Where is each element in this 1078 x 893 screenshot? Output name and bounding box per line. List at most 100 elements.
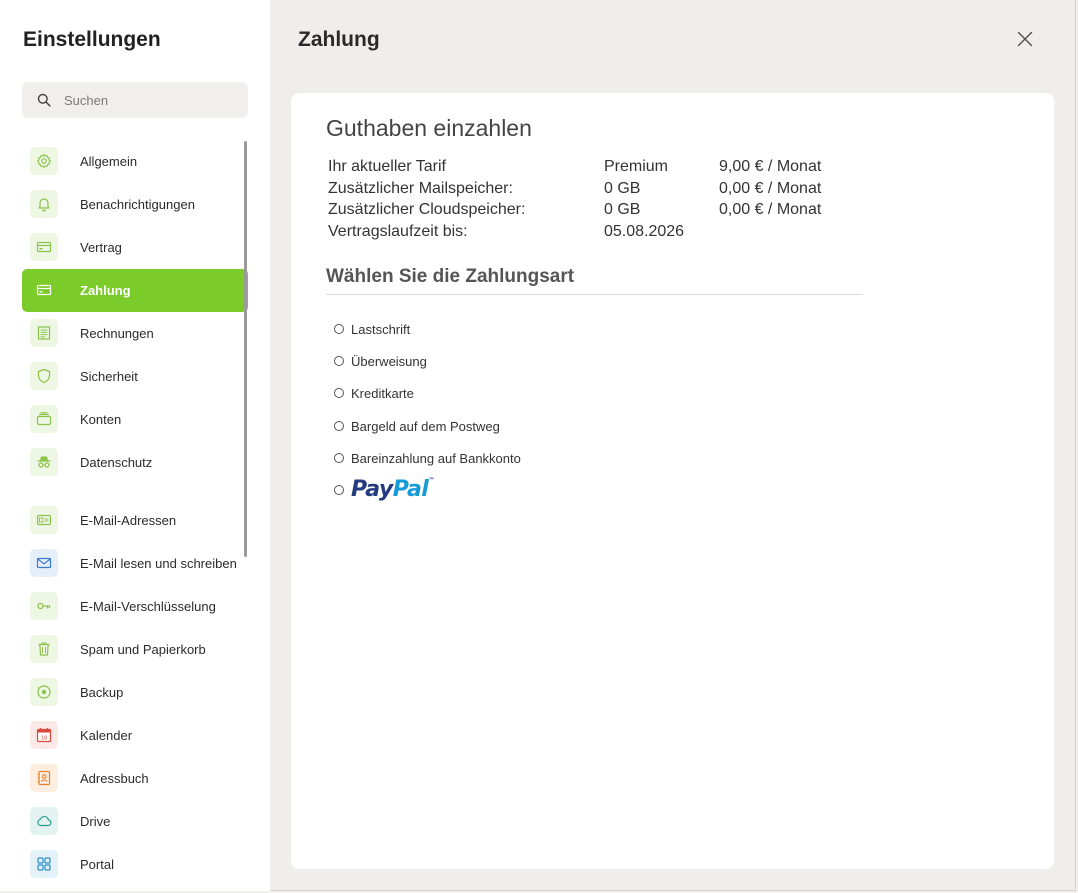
trash-icon bbox=[30, 635, 58, 663]
sidebar-item-label: Backup bbox=[80, 685, 124, 700]
search-icon bbox=[37, 93, 51, 107]
payment-option-label: Bargeld auf dem Postweg bbox=[351, 418, 500, 434]
payment-option-label: Bareinzahlung auf Bankkonto bbox=[351, 450, 521, 466]
sidebar-item-adressbuch[interactable]: Adressbuch bbox=[22, 757, 248, 800]
sidebar-nav: Allgemein Benachrichtigungen Vertrag Zah… bbox=[22, 140, 248, 886]
sidebar-item-konten[interactable]: Konten bbox=[22, 398, 248, 441]
radio-button[interactable] bbox=[334, 388, 344, 399]
sidebar-item-email-verschluesselung[interactable]: E-Mail-Verschlüsselung bbox=[22, 585, 248, 628]
payment-option-label: Lastschrift bbox=[351, 322, 411, 337]
sidebar-item-label: Portal bbox=[80, 857, 114, 872]
sidebar: Einstellungen Allgemein Benachrichtigung… bbox=[0, 0, 270, 891]
tariff-row: Zusätzlicher Mailspeicher: 0 GB 0,00 € /… bbox=[328, 180, 888, 202]
card-icon bbox=[30, 276, 58, 304]
sidebar-item-label: Sicherheit bbox=[80, 369, 138, 384]
tariff-label: Zusätzlicher Cloudspeicher: bbox=[328, 201, 526, 219]
tariff-label: Zusätzlicher Mailspeicher: bbox=[328, 179, 513, 197]
payment-option-kreditkarte[interactable]: Kreditkarte bbox=[334, 383, 521, 415]
sidebar-item-portal[interactable]: Portal bbox=[22, 843, 248, 886]
sidebar-item-label: Konten bbox=[80, 412, 122, 427]
sidebar-item-email-adressen[interactable]: E-Mail-Adressen bbox=[22, 499, 248, 542]
radio-button[interactable] bbox=[334, 452, 344, 463]
tariff-value: Premium bbox=[604, 158, 669, 175]
sidebar-item-label: Benachrichtigungen bbox=[80, 197, 195, 212]
invoice-icon bbox=[30, 319, 58, 347]
payment-option-label: Kreditkarte bbox=[351, 386, 414, 402]
sidebar-item-spam-papierkorb[interactable]: Spam und Papierkorb bbox=[22, 628, 248, 671]
tariff-label: Ihr aktueller Tarif bbox=[328, 158, 446, 175]
sidebar-item-label: Spam und Papierkorb bbox=[80, 642, 206, 657]
sidebar-item-label: E-Mail lesen und schreiben bbox=[80, 556, 237, 571]
sidebar-item-label: Zahlung bbox=[80, 283, 131, 298]
sidebar-item-label: Drive bbox=[80, 814, 111, 829]
envelope-icon bbox=[30, 549, 58, 577]
tariff-row: Zusätzlicher Cloudspeicher: 0 GB 0,00 € … bbox=[328, 201, 888, 223]
payment-option-paypal[interactable]: PayPal™ bbox=[334, 477, 521, 512]
sidebar-title: Einstellungen bbox=[23, 28, 161, 51]
radio-button[interactable] bbox=[334, 484, 344, 495]
key-icon bbox=[30, 592, 58, 620]
payment-option-label: Überweisung bbox=[351, 354, 427, 370]
tariff-table: Ihr aktueller Tarif Premium 9,00 € / Mon… bbox=[328, 158, 888, 245]
payment-option-lastschrift[interactable]: Lastschrift bbox=[334, 319, 521, 351]
sidebar-item-drive[interactable]: Drive bbox=[22, 800, 248, 843]
close-icon[interactable] bbox=[1014, 28, 1036, 50]
sidebar-item-backup[interactable]: Backup bbox=[22, 671, 248, 714]
sidebar-item-label: E-Mail-Adressen bbox=[80, 513, 177, 528]
address-card-icon bbox=[30, 506, 58, 534]
bell-icon bbox=[30, 190, 58, 218]
shield-icon bbox=[30, 362, 58, 390]
tariff-value: 05.08.2026 bbox=[604, 223, 685, 241]
tariff-price: 0,00 € / Monat bbox=[719, 179, 822, 197]
cloud-icon bbox=[30, 807, 58, 835]
sidebar-item-label: Datenschutz bbox=[80, 455, 153, 470]
card-icon bbox=[30, 233, 58, 261]
calendar-icon: 18 bbox=[30, 721, 58, 749]
paypal-logo-tm: ™ bbox=[428, 476, 434, 484]
sidebar-item-email-lesen-schreiben[interactable]: E-Mail lesen und schreiben bbox=[22, 542, 248, 585]
tariff-row: Vertragslaufzeit bis: 05.08.2026 bbox=[328, 223, 888, 245]
settings-window: Einstellungen Allgemein Benachrichtigung… bbox=[0, 0, 1076, 891]
contact-book-icon bbox=[30, 764, 58, 792]
paypal-logo-pay: Pay bbox=[351, 476, 393, 502]
payment-option-bareinzahlung[interactable]: Bareinzahlung auf Bankkonto bbox=[334, 448, 521, 480]
sidebar-item-label: Kalender bbox=[80, 728, 133, 743]
gear-icon bbox=[30, 147, 58, 175]
tariff-value: 0 GB bbox=[604, 201, 641, 219]
radio-button[interactable] bbox=[334, 324, 344, 334]
sidebar-item-benachrichtigungen[interactable]: Benachrichtigungen bbox=[22, 183, 248, 226]
sidebar-item-allgemein[interactable]: Allgemein bbox=[22, 140, 248, 183]
section-title: Guthaben einzahlen bbox=[326, 115, 532, 141]
payment-method-title: Wählen Sie die Zahlungsart bbox=[326, 266, 575, 287]
radio-button[interactable] bbox=[334, 356, 344, 367]
sidebar-item-rechnungen[interactable]: Rechnungen bbox=[22, 312, 248, 355]
incognito-icon bbox=[30, 448, 58, 476]
sidebar-item-label: Rechnungen bbox=[80, 326, 154, 341]
search-input[interactable] bbox=[64, 82, 240, 118]
sidebar-item-label: Adressbuch bbox=[80, 771, 149, 786]
page-title: Zahlung bbox=[298, 28, 380, 51]
search-box bbox=[22, 82, 248, 118]
payment-option-bargeld-postweg[interactable]: Bargeld auf dem Postweg bbox=[334, 416, 521, 448]
tariff-row: Ihr aktueller Tarif Premium 9,00 € / Mon… bbox=[328, 158, 888, 180]
payment-panel: Guthaben einzahlen Ihr aktueller Tarif P… bbox=[291, 93, 1054, 869]
sidebar-scrollbar[interactable] bbox=[244, 141, 247, 557]
paypal-logo: PayPal™ bbox=[351, 477, 434, 502]
payment-option-ueberweisung[interactable]: Überweisung bbox=[334, 351, 521, 383]
sidebar-item-vertrag[interactable]: Vertrag bbox=[22, 226, 248, 269]
sidebar-item-sicherheit[interactable]: Sicherheit bbox=[22, 355, 248, 398]
backup-icon bbox=[30, 678, 58, 706]
sidebar-item-zahlung[interactable]: Zahlung bbox=[22, 269, 248, 312]
divider bbox=[326, 294, 863, 295]
sidebar-item-kalender[interactable]: 18 Kalender bbox=[22, 714, 248, 757]
grid-icon bbox=[30, 850, 58, 878]
sidebar-item-datenschutz[interactable]: Datenschutz bbox=[22, 441, 248, 484]
payment-options: Lastschrift Überweisung Kreditkarte Barg… bbox=[334, 319, 521, 512]
accounts-icon bbox=[30, 405, 58, 433]
radio-button[interactable] bbox=[334, 420, 344, 431]
sidebar-item-label: E-Mail-Verschlüsselung bbox=[80, 599, 216, 614]
sidebar-item-label: Vertrag bbox=[80, 240, 122, 255]
tariff-price: 0,00 € / Monat bbox=[719, 201, 822, 219]
tariff-value: 0 GB bbox=[604, 179, 641, 197]
paypal-logo-pal: Pal bbox=[392, 476, 429, 502]
